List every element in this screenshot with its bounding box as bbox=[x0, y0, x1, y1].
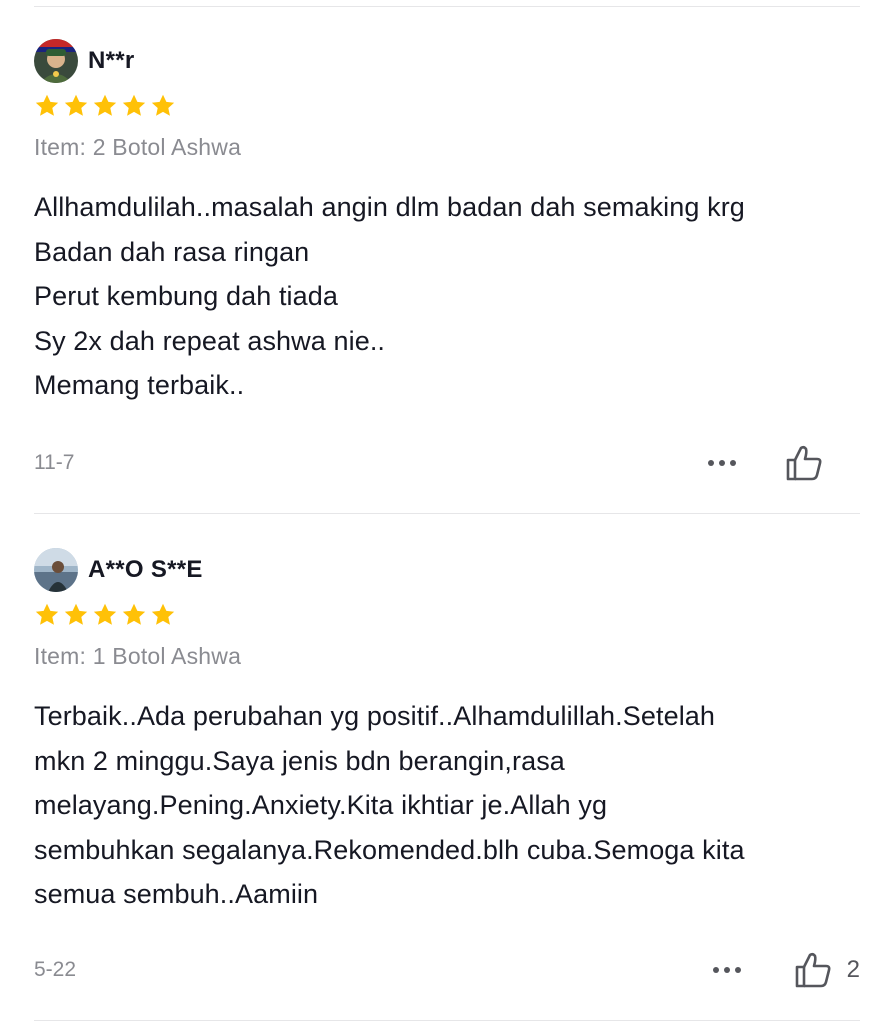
avatar[interactable] bbox=[34, 548, 78, 592]
item-variant: Item: 1 Botol Ashwa bbox=[34, 643, 242, 669]
star-icon bbox=[35, 603, 59, 625]
like-button[interactable] bbox=[784, 443, 838, 483]
review-text-line: Perut kembung dah tiada bbox=[34, 281, 339, 311]
review-text-line: Memang terbaik.. bbox=[34, 370, 245, 400]
username[interactable]: N**r bbox=[88, 47, 135, 75]
like-count: 2 bbox=[846, 956, 860, 983]
thumbs-up-icon bbox=[786, 445, 822, 481]
star-icon bbox=[122, 603, 146, 625]
star-icon bbox=[64, 603, 88, 625]
review-text-line: sembuhkan segalanya.Rekomended.blh cuba.… bbox=[34, 834, 745, 865]
review-header: A**O S**E bbox=[34, 547, 860, 593]
review-text-line: Badan dah rasa ringan bbox=[34, 236, 310, 267]
thumbs-up-icon bbox=[795, 952, 831, 988]
star-icon bbox=[122, 94, 146, 116]
star-icon bbox=[93, 94, 117, 116]
review-divider bbox=[34, 513, 860, 514]
avatar-image bbox=[34, 39, 78, 83]
star-rating bbox=[34, 601, 860, 629]
more-options-icon[interactable] bbox=[712, 967, 741, 973]
review-footer: 11-7 bbox=[34, 443, 860, 483]
star-rating bbox=[34, 92, 860, 120]
review-text-line: semua sembuh..Aamiin bbox=[34, 879, 319, 909]
review-date: 11-7 bbox=[34, 451, 75, 474]
bottom-divider bbox=[34, 1020, 860, 1021]
top-divider bbox=[34, 6, 860, 7]
review-date: 5-22 bbox=[34, 958, 77, 981]
star-icon bbox=[93, 603, 117, 625]
review-card: A**O S**E Item: 1 Botol Ashwa Terbaik..A… bbox=[34, 547, 860, 997]
review-text: Terbaik..Ada perubahan yg positif..Alham… bbox=[34, 694, 860, 917]
review-card: N**r Item: 2 Botol Ashwa Allhamdulilah..… bbox=[34, 38, 860, 486]
review-text: Allhamdulilah..masalah angin dlm badan d… bbox=[34, 185, 860, 408]
star-icon bbox=[64, 94, 88, 116]
review-header: N**r bbox=[34, 38, 860, 84]
like-button[interactable]: 2 bbox=[793, 950, 860, 990]
avatar[interactable] bbox=[34, 39, 78, 83]
star-icon bbox=[151, 94, 175, 116]
review-text-line: Allhamdulilah..masalah angin dlm badan d… bbox=[34, 192, 745, 222]
star-icon bbox=[35, 94, 59, 116]
item-variant: Item: 2 Botol Ashwa bbox=[34, 134, 242, 160]
star-icon bbox=[151, 603, 175, 625]
review-footer: 5-22 2 bbox=[34, 950, 860, 990]
review-text-line: Sy 2x dah repeat ashwa nie.. bbox=[34, 325, 386, 356]
review-text-line: melayang.Pening.Anxiety.Kita ikhtiar je.… bbox=[34, 790, 608, 820]
review-text-line: Terbaik..Ada perubahan yg positif..Alham… bbox=[34, 701, 716, 731]
review-text-line: mkn 2 minggu.Saya jenis bdn berangin,ras… bbox=[34, 745, 565, 776]
more-options-icon[interactable] bbox=[708, 460, 736, 466]
username[interactable]: A**O S**E bbox=[88, 556, 203, 584]
avatar-image bbox=[34, 548, 78, 592]
